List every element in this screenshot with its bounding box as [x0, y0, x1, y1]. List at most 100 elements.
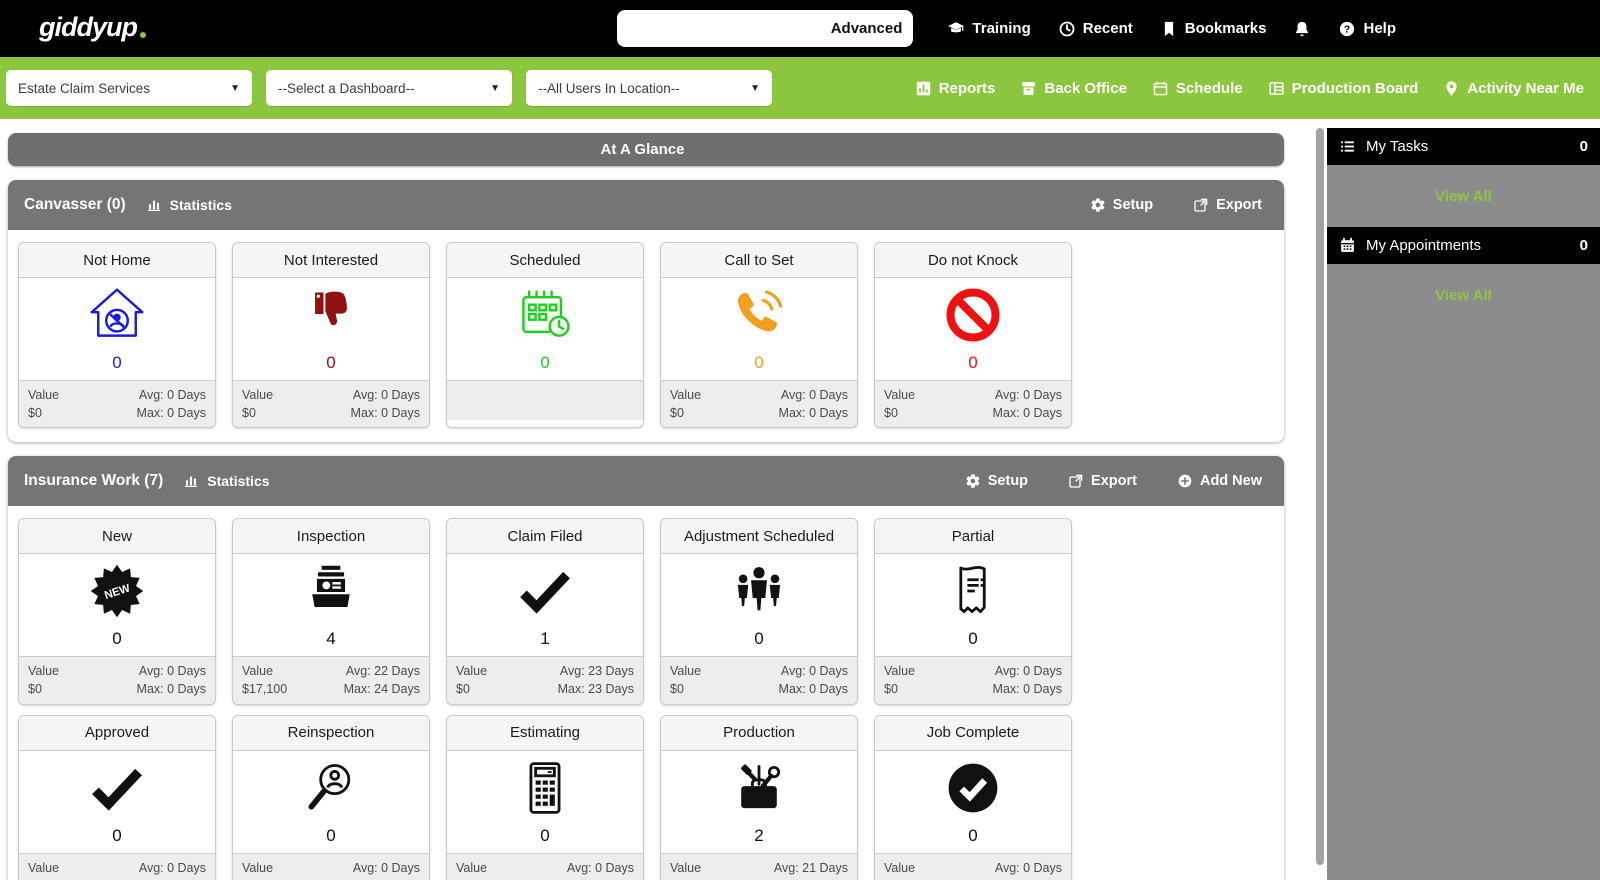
action-label: Export	[1091, 473, 1137, 490]
card-count: 0	[968, 353, 978, 372]
setup-button[interactable]: Setup	[1090, 197, 1153, 213]
view-all-link-my-tasks[interactable]: View All	[1327, 165, 1600, 227]
panel-actions: Setup Export Add New	[965, 473, 1262, 489]
avg-days: Avg: 0 Days	[352, 860, 420, 875]
at-a-glance-bar[interactable]: At A Glance	[8, 133, 1284, 166]
top-nav-help[interactable]: ? Help	[1338, 20, 1396, 38]
svg-text:?: ?	[1344, 24, 1350, 35]
card-title: Not Interested	[233, 243, 429, 278]
dashboard-select[interactable]: --Select a Dashboard-- ▼	[266, 70, 512, 106]
filter-nav-reports[interactable]: Reports	[915, 80, 995, 97]
value-amount: $17,100	[242, 682, 288, 697]
card-job-complete[interactable]: Job Complete 0 Value Avg: 0 Days	[874, 714, 1072, 880]
search-input[interactable]	[628, 19, 826, 38]
value-amount: $0	[28, 682, 42, 697]
avg-days: Avg: 22 Days	[345, 664, 420, 679]
bell-icon	[1293, 20, 1311, 38]
top-nav: Training Recent Bookmarks ? Help	[947, 20, 1396, 38]
value-label: Value	[884, 664, 916, 679]
card-not-home[interactable]: Not Home 0 Value $0 Avg: 0 Days Max: 0 Days	[18, 242, 216, 429]
card-footer: Value Avg: 0 Days	[875, 852, 1071, 880]
value-amount: $0	[884, 682, 898, 697]
brand-logo[interactable]: giddyup	[38, 14, 146, 43]
card-footer: Value Avg: 0 Days	[447, 852, 643, 880]
statistics-toggle[interactable]: Statistics	[146, 197, 232, 213]
chart-icon	[915, 80, 932, 97]
card-footer: Value $0 Avg: 0 Days Max: 0 Days	[233, 380, 429, 428]
top-nav-training[interactable]: Training	[947, 20, 1031, 38]
card-footer: Value $0 Avg: 0 Days Max: 0 Days	[875, 380, 1071, 428]
card-adjustment-scheduled[interactable]: Adjustment Scheduled 0 Value $0 Avg: 0 Days M…	[660, 518, 858, 705]
add-new-button[interactable]: Add New	[1177, 473, 1262, 489]
top-nav-bookmarks[interactable]: Bookmarks	[1160, 20, 1266, 38]
archive-icon	[1020, 80, 1037, 97]
card-days: Avg: 0 Days Max: 0 Days	[993, 662, 1062, 698]
plus-circle-icon	[1177, 473, 1193, 489]
filter-nav-activity-near-me[interactable]: Activity Near Me	[1443, 80, 1584, 97]
statistics-toggle[interactable]: Statistics	[183, 473, 270, 489]
card-approved[interactable]: Approved 0 Value$0 Avg: 0 DaysMax: 0 Days	[18, 714, 216, 880]
card-do-not-knock[interactable]: Do not Knock 0 Value $0 Avg: 0 Days Max: 0 Da…	[874, 242, 1072, 429]
filter-nav-label: Back Office	[1044, 79, 1127, 97]
users-select[interactable]: --All Users In Location-- ▼	[526, 70, 772, 106]
select-value: --Select a Dashboard--	[278, 80, 415, 96]
value-label: Value	[456, 860, 488, 875]
card-production[interactable]: Production 2 Value Avg: 21 Days	[660, 714, 858, 880]
value-label: Value	[670, 388, 702, 402]
card-not-interested[interactable]: Not Interested 0 Value $0 Avg: 0 Days Max: 0 …	[232, 242, 430, 429]
view-all-link-my-appointments[interactable]: View All	[1327, 264, 1600, 326]
calendar-icon	[1152, 80, 1169, 97]
advanced-search-button[interactable]: Advanced	[826, 20, 903, 37]
client-select[interactable]: Estate Claim Services ▼	[6, 70, 252, 106]
card-new[interactable]: New NEW 0 Value $0 Avg: 0 Days Max: 0 Days	[18, 518, 216, 705]
sidebar-title: My Tasks	[1366, 138, 1429, 155]
filter-nav-back-office[interactable]: Back Office	[1020, 80, 1127, 97]
card-value: Value $0	[884, 662, 915, 698]
view-all-label: View All	[1435, 286, 1492, 304]
export-button[interactable]: Export	[1068, 473, 1137, 489]
value-label: Value	[28, 860, 60, 875]
card-partial[interactable]: Partial 0 Value $0 Avg: 0 Days Max: 0 Days	[874, 518, 1072, 705]
card-body: 0	[447, 278, 643, 380]
advanced-label: Advanced	[830, 20, 903, 37]
card-claim-filed[interactable]: Claim Filed 1 Value $0 Avg: 23 Days Max: 23 D…	[446, 518, 644, 705]
calculator-icon	[515, 758, 575, 818]
card-reinspection[interactable]: Reinspection 0 Value Avg: 0 Days	[232, 714, 430, 880]
max-days: Max: 0 Days	[778, 682, 848, 697]
setup-button[interactable]: Setup	[965, 473, 1028, 489]
avg-days: Avg: 21 Days	[773, 860, 848, 875]
card-title: Production	[661, 715, 857, 751]
card-body: 0	[19, 751, 215, 853]
value-amount: $0	[670, 682, 684, 697]
card-call-to-set[interactable]: Call to Set 0 Value $0 Avg: 0 Days Max: 0 Day…	[660, 242, 858, 429]
top-nav-bell-icon[interactable]	[1293, 20, 1311, 38]
filter-nav-schedule[interactable]: Schedule	[1152, 80, 1243, 97]
card-scheduled[interactable]: Scheduled 0	[446, 242, 644, 429]
card-count: 0	[112, 629, 122, 649]
card-inspection[interactable]: Inspection 4 Value $17,100 Avg: 22 Days Max: …	[232, 518, 430, 705]
logo-dot	[139, 32, 146, 38]
export-icon	[1068, 473, 1084, 489]
avg-days: Avg: 0 Days	[566, 860, 634, 875]
card-body: 1	[447, 554, 643, 656]
chevron-down-icon: ▼	[230, 82, 240, 94]
max-days: Max: 0 Days	[992, 406, 1062, 421]
card-footer: Value Avg: 0 Days	[233, 852, 429, 880]
stats-icon	[146, 197, 162, 213]
card-count: 0	[968, 825, 978, 845]
card-body: 0	[661, 554, 857, 656]
workspace: At A Glance Canvasser (0) Statistics Setup…	[0, 119, 1600, 880]
card-value: Value	[670, 859, 701, 880]
new-badge-icon: NEW	[87, 561, 147, 621]
top-nav-recent[interactable]: Recent	[1058, 20, 1133, 38]
card-grid: New NEW 0 Value $0 Avg: 0 Days Max: 0 Days Insp…	[8, 506, 1284, 880]
filter-nav-production-board[interactable]: Production Board	[1268, 79, 1419, 97]
filter-selects: Estate Claim Services ▼ --Select a Dashboa…	[6, 70, 772, 106]
main-scrollbar[interactable]	[1316, 128, 1324, 865]
export-button[interactable]: Export	[1193, 197, 1262, 213]
action-label: Export	[1216, 197, 1262, 213]
card-estimating[interactable]: Estimating 0 Value Avg: 0 Days	[446, 714, 644, 880]
value-amount: $0	[884, 406, 898, 421]
avg-days: Avg: 0 Days	[780, 388, 848, 402]
filter-nav-label: Production Board	[1291, 79, 1419, 97]
